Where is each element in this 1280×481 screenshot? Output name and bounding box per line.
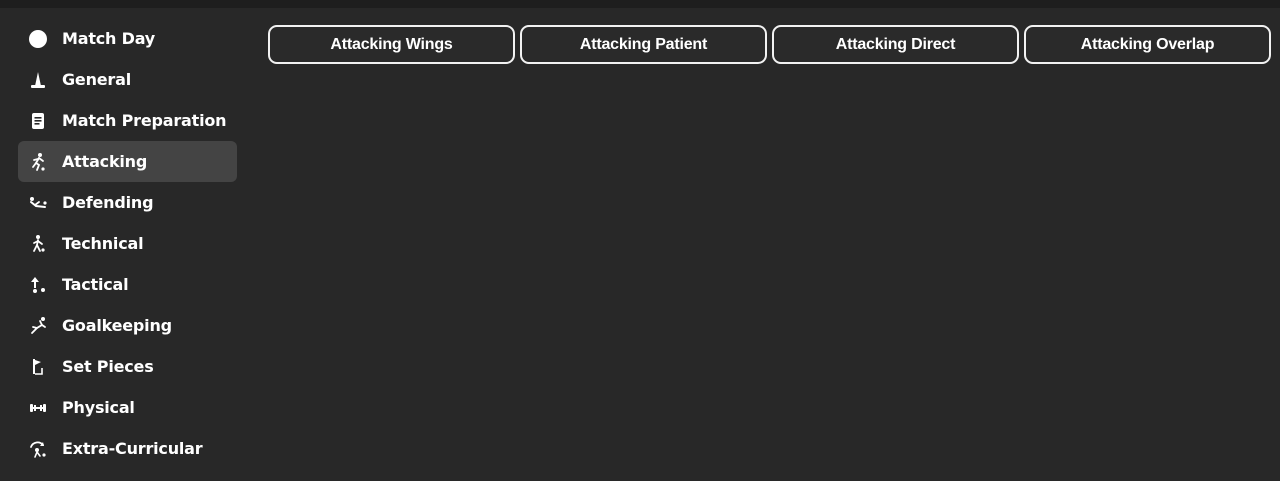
sidebar-item-label: Physical [62, 398, 135, 417]
sidebar-item-label: General [62, 70, 131, 89]
sidebar-item-label: Match Day [62, 29, 156, 48]
top-bar [0, 0, 1280, 8]
sidebar-item-attacking[interactable]: Attacking [18, 141, 237, 182]
sidebar-item-label: Match Preparation [62, 111, 227, 130]
cone-icon [27, 69, 49, 91]
sidebar-item-label: Technical [62, 234, 144, 253]
attacking-session-tabs: Attacking Wings Attacking Patient Attack… [268, 25, 1271, 64]
sidebar-item-extra-curricular[interactable]: Extra-Curricular [18, 428, 237, 469]
sidebar-item-technical[interactable]: Technical [18, 223, 237, 264]
sidebar-item-match-preparation[interactable]: Match Preparation [18, 100, 237, 141]
sidebar-item-physical[interactable]: Physical [18, 387, 237, 428]
circle-icon [27, 28, 49, 50]
sidebar-item-set-pieces[interactable]: Set Pieces [18, 346, 237, 387]
tactical-arrow-icon [27, 274, 49, 296]
sidebar-item-defending[interactable]: Defending [18, 182, 237, 223]
slide-tackle-icon [27, 192, 49, 214]
sidebar-item-goalkeeping[interactable]: Goalkeeping [18, 305, 237, 346]
extra-curricular-icon [27, 438, 49, 460]
notepad-icon [27, 110, 49, 132]
dumbbell-icon [27, 397, 49, 419]
sidebar-item-label: Defending [62, 193, 154, 212]
sidebar-item-label: Tactical [62, 275, 129, 294]
sidebar-item-general[interactable]: General [18, 59, 237, 100]
content-area [250, 72, 1270, 472]
sidebar-item-label: Goalkeeping [62, 316, 172, 335]
training-category-sidebar: Match Day General Match Preparation Atta… [18, 18, 237, 469]
dribbling-player-icon [27, 233, 49, 255]
sidebar-item-match-day[interactable]: Match Day [18, 18, 237, 59]
goalkeeper-dive-icon [27, 315, 49, 337]
corner-flag-icon [27, 356, 49, 378]
sidebar-item-label: Attacking [62, 152, 148, 171]
attacking-wings-button[interactable]: Attacking Wings [268, 25, 515, 64]
sidebar-item-tactical[interactable]: Tactical [18, 264, 237, 305]
sidebar-item-label: Set Pieces [62, 357, 154, 376]
attacking-patient-button[interactable]: Attacking Patient [520, 25, 767, 64]
attacking-runner-icon [27, 151, 49, 173]
attacking-overlap-button[interactable]: Attacking Overlap [1024, 25, 1271, 64]
training-screen: Match Day General Match Preparation Atta… [0, 0, 1280, 481]
attacking-direct-button[interactable]: Attacking Direct [772, 25, 1019, 64]
sidebar-item-label: Extra-Curricular [62, 439, 203, 458]
